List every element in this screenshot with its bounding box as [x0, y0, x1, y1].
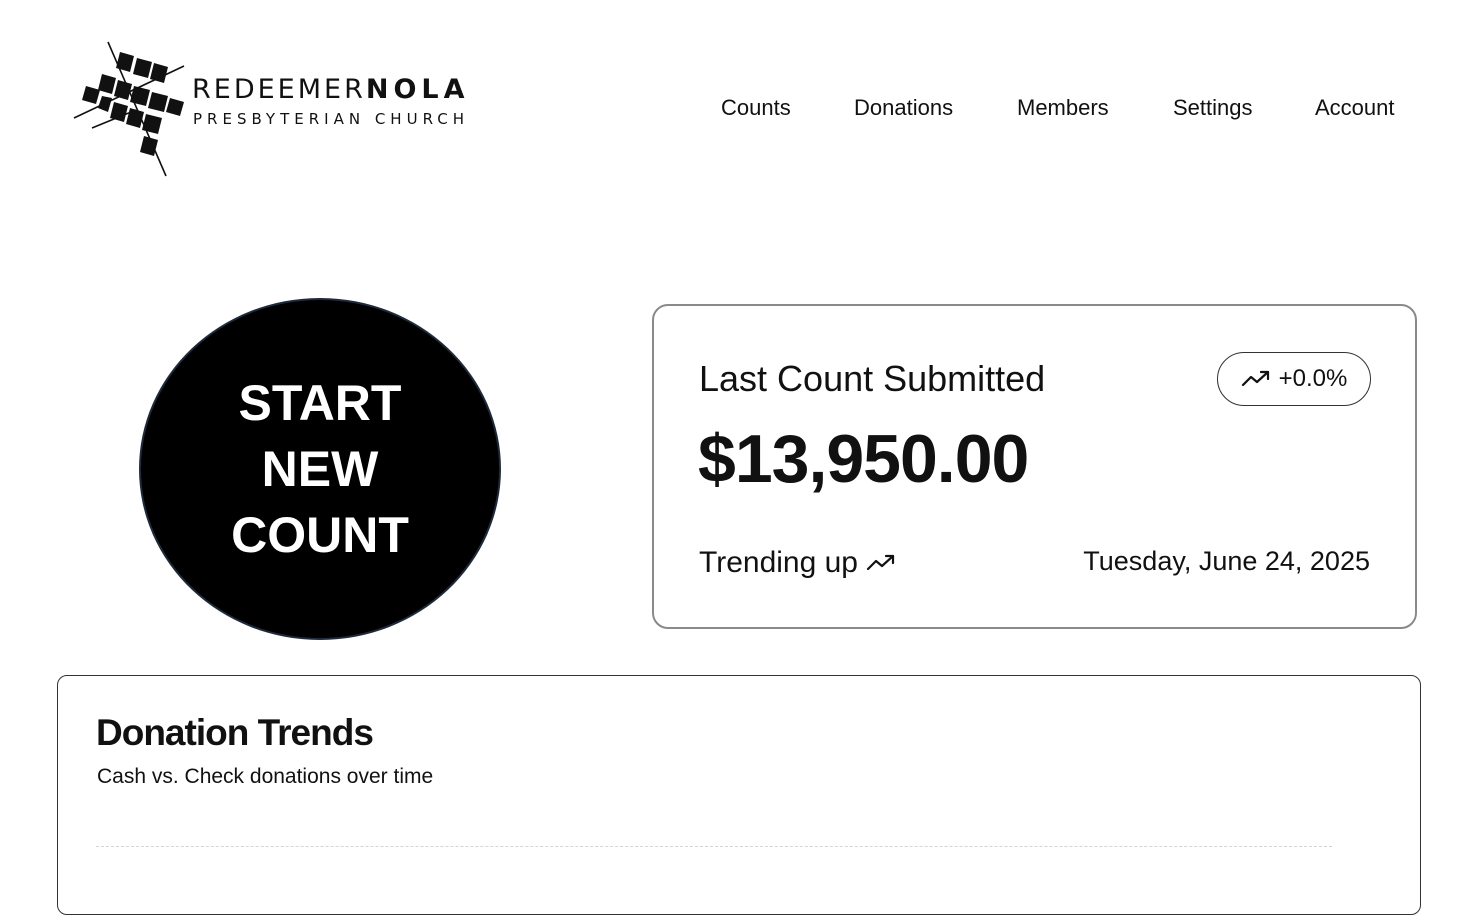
- last-count-date: Tuesday, June 24, 2025: [1083, 546, 1370, 576]
- last-count-card: Last Count Submitted +0.0% $13,950.00 Tr…: [652, 304, 1417, 629]
- start-label-line-3: COUNT: [231, 507, 409, 563]
- donation-trends-subtitle: Cash vs. Check donations over time: [97, 765, 434, 788]
- trend-indicator: Trending up: [699, 546, 896, 580]
- chart-gridline: [96, 846, 1332, 847]
- last-count-amount: $13,950.00: [698, 421, 1029, 497]
- donation-trends-panel: Donation Trends Cash vs. Check donations…: [57, 675, 1421, 915]
- nav-account[interactable]: Account: [1315, 94, 1395, 122]
- start-label-line-1: START: [238, 375, 402, 431]
- nav-settings[interactable]: Settings: [1173, 94, 1253, 122]
- start-new-count-label: START NEW COUNT: [190, 370, 450, 568]
- main-nav: Counts Donations Members Settings Accoun…: [0, 94, 1482, 124]
- card-title: Last Count Submitted: [699, 358, 1046, 399]
- start-new-count-button[interactable]: START NEW COUNT: [139, 298, 501, 640]
- change-badge: +0.0%: [1217, 352, 1371, 406]
- nav-members[interactable]: Members: [1017, 94, 1109, 122]
- nav-donations[interactable]: Donations: [854, 94, 953, 122]
- trending-up-icon: [1241, 370, 1269, 387]
- start-label-line-2: NEW: [261, 441, 379, 497]
- donation-trends-title: Donation Trends: [96, 712, 374, 753]
- trending-up-icon: [866, 554, 895, 571]
- trend-label: Trending up: [699, 546, 858, 579]
- nav-counts[interactable]: Counts: [721, 94, 791, 122]
- change-badge-value: +0.0%: [1278, 365, 1348, 392]
